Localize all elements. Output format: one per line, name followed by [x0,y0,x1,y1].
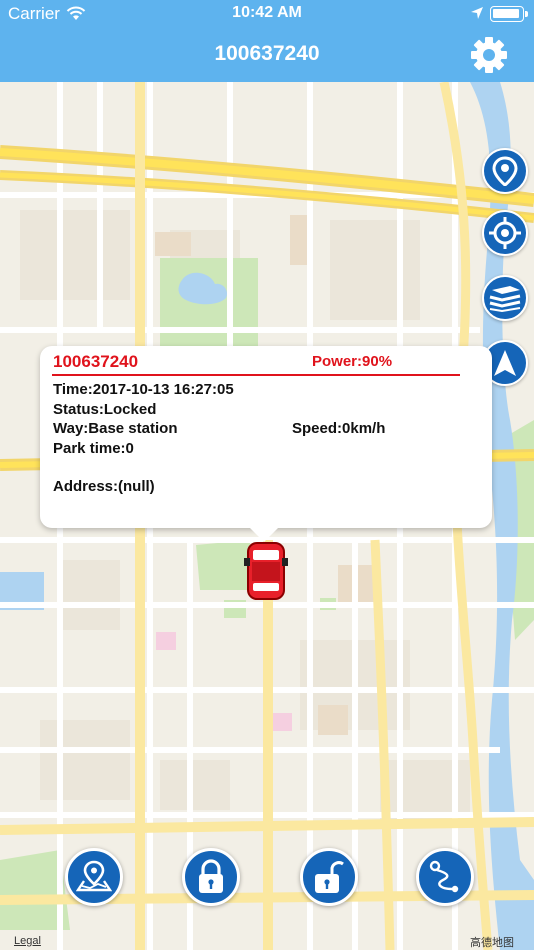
location-pin-button[interactable] [482,148,528,194]
car-marker[interactable] [244,542,288,600]
power-level: Power:90% [312,353,393,370]
page-title: 100637240 [214,42,320,65]
unlock-button[interactable] [300,848,358,906]
clock: 10:42 AM [232,4,302,21]
battery-icon [490,6,528,22]
status-text: Status:Locked [53,401,157,418]
way-text: Way:Base station [53,420,178,437]
device-id: 100637240 [53,352,139,371]
route-icon [429,860,459,893]
gear-icon[interactable] [470,36,508,74]
center-location-button[interactable] [482,210,528,256]
nav-bar: 100637240 [0,28,534,82]
layers-icon [489,286,521,312]
status-bar: Carrier 10:42 AM [0,0,534,28]
amap-logo: 高德地图 [470,936,514,949]
park-time-text: Park time:0 [53,440,134,457]
navigation-arrow-icon [494,350,516,376]
map-layers-button[interactable] [482,275,528,321]
map-location-button[interactable] [65,848,123,906]
route-playback-button[interactable] [416,848,474,906]
lock-icon [199,859,223,893]
map-location-icon [76,860,112,892]
legal-link[interactable]: Legal [14,935,41,947]
location-pin-icon [492,156,518,186]
address-text: Address:(null) [53,478,155,495]
location-services-icon [471,7,483,19]
unlock-icon [315,861,344,893]
device-info-popup: 100637240 Power:90% Time:2017-10-13 16:2… [40,346,492,542]
lock-button[interactable] [182,848,240,906]
time-text: Time:2017-10-13 16:27:05 [53,381,234,398]
crosshair-icon [489,217,521,249]
popup-divider [52,374,460,376]
speed-text: Speed:0km/h [292,420,386,437]
